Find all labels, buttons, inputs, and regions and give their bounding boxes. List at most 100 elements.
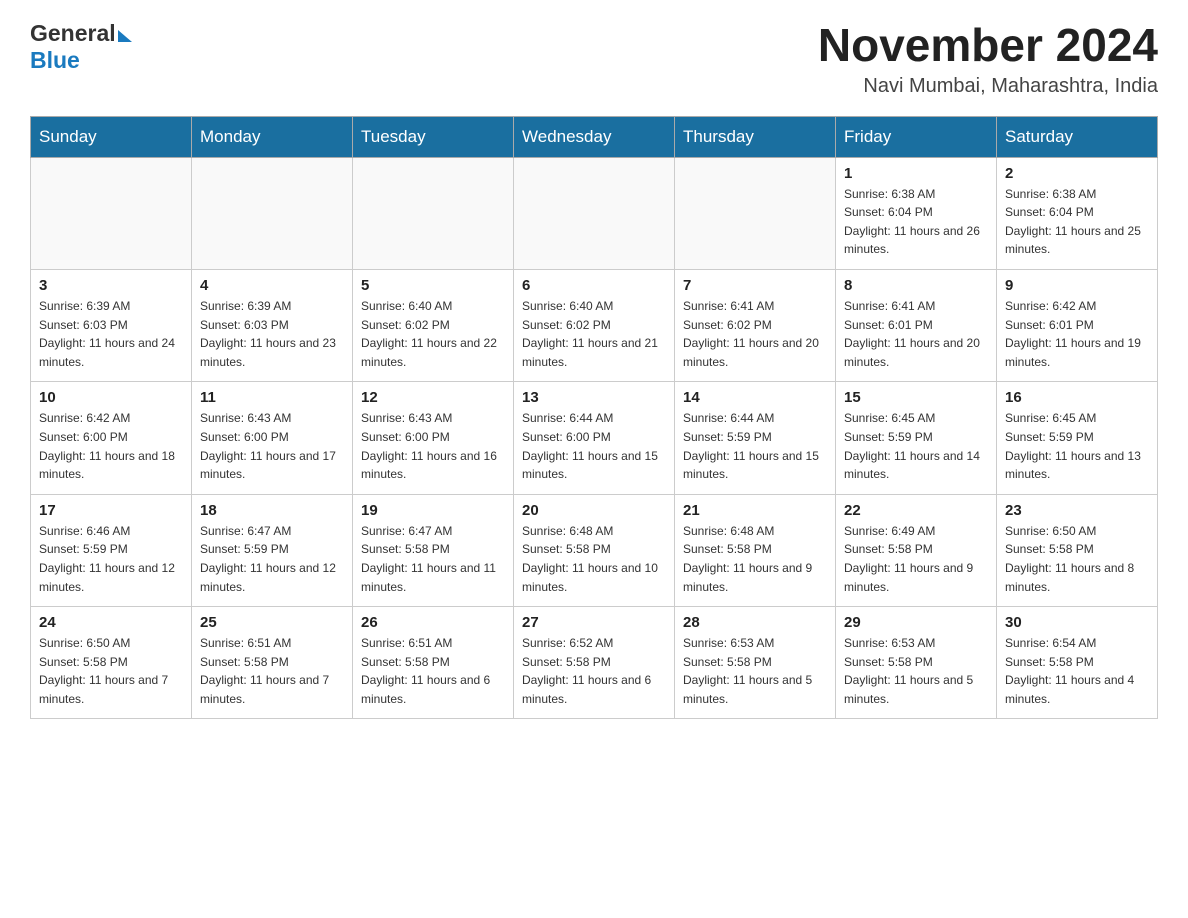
calendar-cell: 10Sunrise: 6:42 AM Sunset: 6:00 PM Dayli… [31,382,192,494]
day-number: 16 [1005,389,1149,406]
logo-general-text: General [30,20,116,47]
calendar-cell: 23 Sunrise: 6:50 AM Sunset: 5:58 PM Dayli… [997,494,1158,606]
day-info: Sunrise: 6:39 AM Sunset: 6:03 PM Dayligh… [200,297,344,371]
day-number: 30 [1005,614,1149,631]
day-number: 27 [522,614,666,631]
month-title: November 2024 [818,20,1158,71]
day-info: Sunrise: 6:52 AM Sunset: 5:58 PM Dayligh… [522,634,666,708]
day-number: 3 [39,277,183,294]
day-number: 28 [683,614,827,631]
day-number: 6 [522,277,666,294]
calendar-cell: 9 Sunrise: 6:42 AM Sunset: 6:01 PM Daylig… [997,269,1158,381]
day-number: 8 [844,277,988,294]
day-info: Sunrise: 6:44 AM Sunset: 6:00 PM Dayligh… [522,409,666,483]
day-number: 12 [361,389,505,406]
logo-arrow-icon [118,30,132,42]
day-number: 19 [361,502,505,519]
day-info: Sunrise: 6:53 AM Sunset: 5:58 PM Dayligh… [683,634,827,708]
calendar-header-wednesday: Wednesday [514,116,675,157]
calendar-cell: 29 Sunrise: 6:53 AM Sunset: 5:58 PM Dayli… [836,607,997,719]
day-info: Sunrise: 6:53 AM Sunset: 5:58 PM Dayligh… [844,634,988,708]
page-header: General Blue November 2024 Navi Mumbai, … [30,20,1158,98]
day-number: 17 [39,502,183,519]
day-info: Sunrise: 6:40 AM Sunset: 6:02 PM Dayligh… [522,297,666,371]
calendar-cell: 7 Sunrise: 6:41 AM Sunset: 6:02 PM Daylig… [675,269,836,381]
day-info: Sunrise: 6:45 AM Sunset: 5:59 PM Dayligh… [844,409,988,483]
day-info: Sunrise: 6:51 AM Sunset: 5:58 PM Dayligh… [200,634,344,708]
day-info: Sunrise: 6:49 AM Sunset: 5:58 PM Dayligh… [844,522,988,596]
day-number: 10 [39,389,183,406]
calendar-cell: 19 Sunrise: 6:47 AM Sunset: 5:58 PM Dayli… [353,494,514,606]
calendar-cell: 14Sunrise: 6:44 AM Sunset: 5:59 PM Dayli… [675,382,836,494]
day-info: Sunrise: 6:42 AM Sunset: 6:01 PM Dayligh… [1005,297,1149,371]
day-info: Sunrise: 6:50 AM Sunset: 5:58 PM Dayligh… [39,634,183,708]
calendar-header-monday: Monday [192,116,353,157]
day-number: 1 [844,165,988,182]
calendar-header-sunday: Sunday [31,116,192,157]
calendar-cell: 30Sunrise: 6:54 AM Sunset: 5:58 PM Dayli… [997,607,1158,719]
day-number: 26 [361,614,505,631]
calendar-cell: 8 Sunrise: 6:41 AM Sunset: 6:01 PM Daylig… [836,269,997,381]
day-number: 25 [200,614,344,631]
calendar-cell: 26Sunrise: 6:51 AM Sunset: 5:58 PM Dayli… [353,607,514,719]
day-number: 21 [683,502,827,519]
calendar-table: SundayMondayTuesdayWednesdayThursdayFrid… [30,116,1158,720]
logo-blue-text: Blue [30,47,80,74]
day-info: Sunrise: 6:44 AM Sunset: 5:59 PM Dayligh… [683,409,827,483]
calendar-cell: 3 Sunrise: 6:39 AM Sunset: 6:03 PM Daylig… [31,269,192,381]
calendar-cell: 21 Sunrise: 6:48 AM Sunset: 5:58 PM Dayli… [675,494,836,606]
day-info: Sunrise: 6:48 AM Sunset: 5:58 PM Dayligh… [683,522,827,596]
calendar-cell: 13Sunrise: 6:44 AM Sunset: 6:00 PM Dayli… [514,382,675,494]
day-info: Sunrise: 6:43 AM Sunset: 6:00 PM Dayligh… [361,409,505,483]
day-info: Sunrise: 6:46 AM Sunset: 5:59 PM Dayligh… [39,522,183,596]
day-number: 18 [200,502,344,519]
day-info: Sunrise: 6:41 AM Sunset: 6:01 PM Dayligh… [844,297,988,371]
calendar-cell: 22 Sunrise: 6:49 AM Sunset: 5:58 PM Dayli… [836,494,997,606]
day-info: Sunrise: 6:40 AM Sunset: 6:02 PM Dayligh… [361,297,505,371]
day-info: Sunrise: 6:48 AM Sunset: 5:58 PM Dayligh… [522,522,666,596]
logo: General Blue [30,20,132,74]
calendar-cell: 17 Sunrise: 6:46 AM Sunset: 5:59 PM Dayli… [31,494,192,606]
calendar-cell: 25 Sunrise: 6:51 AM Sunset: 5:58 PM Dayli… [192,607,353,719]
day-info: Sunrise: 6:38 AM Sunset: 6:04 PM Dayligh… [844,185,988,259]
day-number: 22 [844,502,988,519]
day-number: 9 [1005,277,1149,294]
calendar-cell: 12 Sunrise: 6:43 AM Sunset: 6:00 PM Dayli… [353,382,514,494]
day-info: Sunrise: 6:47 AM Sunset: 5:58 PM Dayligh… [361,522,505,596]
day-number: 29 [844,614,988,631]
calendar-cell [353,157,514,269]
calendar-cell: 20 Sunrise: 6:48 AM Sunset: 5:58 PM Dayli… [514,494,675,606]
calendar-cell: 6 Sunrise: 6:40 AM Sunset: 6:02 PM Daylig… [514,269,675,381]
calendar-cell: 11Sunrise: 6:43 AM Sunset: 6:00 PM Dayli… [192,382,353,494]
day-number: 2 [1005,165,1149,182]
day-info: Sunrise: 6:41 AM Sunset: 6:02 PM Dayligh… [683,297,827,371]
calendar-cell: 16 Sunrise: 6:45 AM Sunset: 5:59 PM Dayli… [997,382,1158,494]
day-info: Sunrise: 6:43 AM Sunset: 6:00 PM Dayligh… [200,409,344,483]
day-info: Sunrise: 6:45 AM Sunset: 5:59 PM Dayligh… [1005,409,1149,483]
day-number: 15 [844,389,988,406]
day-info: Sunrise: 6:50 AM Sunset: 5:58 PM Dayligh… [1005,522,1149,596]
calendar-cell: 2Sunrise: 6:38 AM Sunset: 6:04 PM Daylig… [997,157,1158,269]
calendar-cell [192,157,353,269]
day-number: 23 [1005,502,1149,519]
day-number: 20 [522,502,666,519]
day-number: 7 [683,277,827,294]
calendar-cell [31,157,192,269]
day-number: 4 [200,277,344,294]
calendar-header-tuesday: Tuesday [353,116,514,157]
calendar-cell: 28 Sunrise: 6:53 AM Sunset: 5:58 PM Dayli… [675,607,836,719]
calendar-cell: 15 Sunrise: 6:45 AM Sunset: 5:59 PM Dayli… [836,382,997,494]
calendar-week-row: 3 Sunrise: 6:39 AM Sunset: 6:03 PM Daylig… [31,269,1158,381]
calendar-cell: 5 Sunrise: 6:40 AM Sunset: 6:02 PM Daylig… [353,269,514,381]
day-info: Sunrise: 6:47 AM Sunset: 5:59 PM Dayligh… [200,522,344,596]
day-number: 24 [39,614,183,631]
calendar-cell: 18 Sunrise: 6:47 AM Sunset: 5:59 PM Dayli… [192,494,353,606]
day-info: Sunrise: 6:39 AM Sunset: 6:03 PM Dayligh… [39,297,183,371]
calendar-header-friday: Friday [836,116,997,157]
day-number: 5 [361,277,505,294]
location-title: Navi Mumbai, Maharashtra, India [818,75,1158,98]
title-section: November 2024 Navi Mumbai, Maharashtra, … [818,20,1158,98]
calendar-cell: 4 Sunrise: 6:39 AM Sunset: 6:03 PM Daylig… [192,269,353,381]
calendar-week-row: 17 Sunrise: 6:46 AM Sunset: 5:59 PM Dayli… [31,494,1158,606]
calendar-header-row: SundayMondayTuesdayWednesdayThursdayFrid… [31,116,1158,157]
